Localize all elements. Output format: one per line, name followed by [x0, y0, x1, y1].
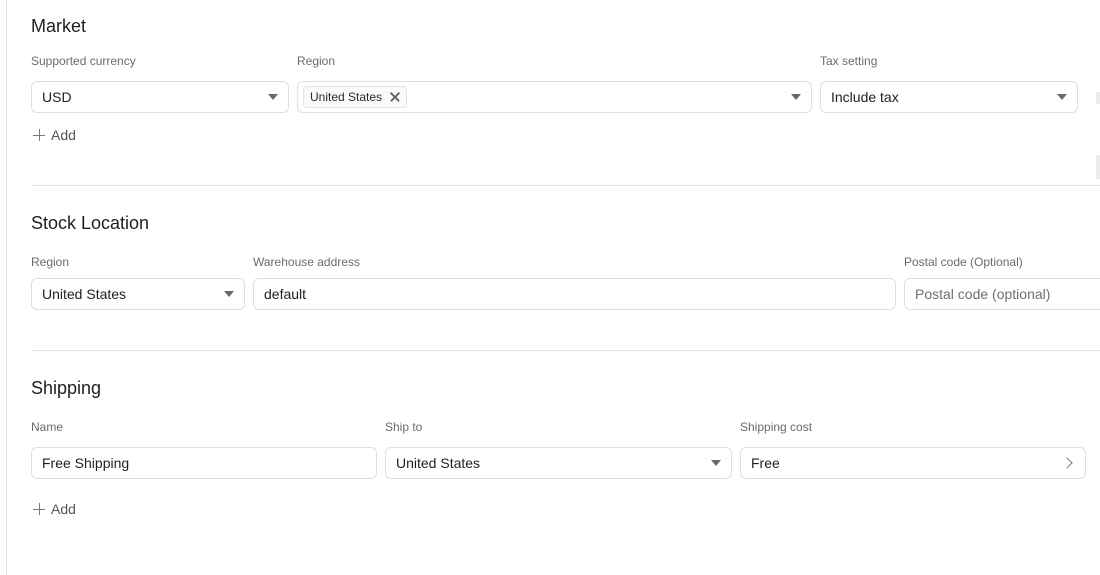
- tax-select[interactable]: Include tax: [820, 81, 1078, 113]
- tax-label: Tax setting: [820, 54, 878, 68]
- shipping-title: Shipping: [31, 378, 102, 398]
- market-add-label: Add: [51, 127, 76, 143]
- edge-handle: [1096, 155, 1100, 179]
- region-tag-label: United States: [310, 90, 383, 104]
- market-add-button[interactable]: Add: [33, 127, 76, 143]
- stock-location-title: Stock Location: [31, 213, 150, 233]
- caret-down-icon: [224, 291, 234, 297]
- shipping-cost-label: Shipping cost: [740, 420, 813, 434]
- shipping-cost-value: Free: [751, 455, 780, 471]
- shipping-name-input[interactable]: Free Shipping: [31, 447, 377, 479]
- currency-value: USD: [42, 89, 72, 105]
- divider: [31, 185, 1100, 186]
- shipping-cost-button[interactable]: Free: [740, 447, 1086, 479]
- market-title: Market: [31, 16, 87, 36]
- tax-value: Include tax: [831, 89, 899, 105]
- stock-region-select[interactable]: United States: [31, 278, 245, 310]
- caret-down-icon: [268, 94, 278, 100]
- warehouse-input[interactable]: default: [253, 278, 896, 310]
- region-tag: United States: [303, 86, 408, 108]
- warehouse-label: Warehouse address: [253, 255, 360, 269]
- ship-to-value: United States: [396, 455, 481, 471]
- shipping-name-value: Free Shipping: [42, 455, 130, 471]
- shipping-add-button[interactable]: Add: [33, 501, 76, 517]
- ship-to-label: Ship to: [385, 420, 423, 434]
- warehouse-value: default: [264, 286, 307, 302]
- postal-label: Postal code (Optional): [904, 255, 1023, 269]
- plus-icon: [33, 503, 45, 515]
- currency-select[interactable]: USD: [31, 81, 289, 113]
- close-icon[interactable]: [388, 90, 402, 104]
- stock-region-label: Region: [31, 255, 70, 269]
- currency-label: Supported currency: [31, 54, 136, 68]
- caret-down-icon: [711, 460, 721, 466]
- postal-placeholder: Postal code (optional): [915, 286, 1051, 302]
- caret-down-icon: [791, 94, 801, 100]
- market-region-select[interactable]: United States: [297, 81, 812, 113]
- postal-input[interactable]: Postal code (optional): [904, 278, 1100, 310]
- plus-icon: [33, 129, 45, 141]
- ship-to-select[interactable]: United States: [385, 447, 732, 479]
- market-region-label: Region: [297, 54, 336, 68]
- edge-handle: [1096, 92, 1100, 104]
- shipping-add-label: Add: [51, 501, 76, 517]
- shipping-name-label: Name: [31, 420, 64, 434]
- divider: [31, 350, 1100, 351]
- left-border: [6, 0, 7, 575]
- chevron-right-icon: [1061, 457, 1073, 469]
- stock-region-value: United States: [42, 286, 127, 302]
- caret-down-icon: [1057, 94, 1067, 100]
